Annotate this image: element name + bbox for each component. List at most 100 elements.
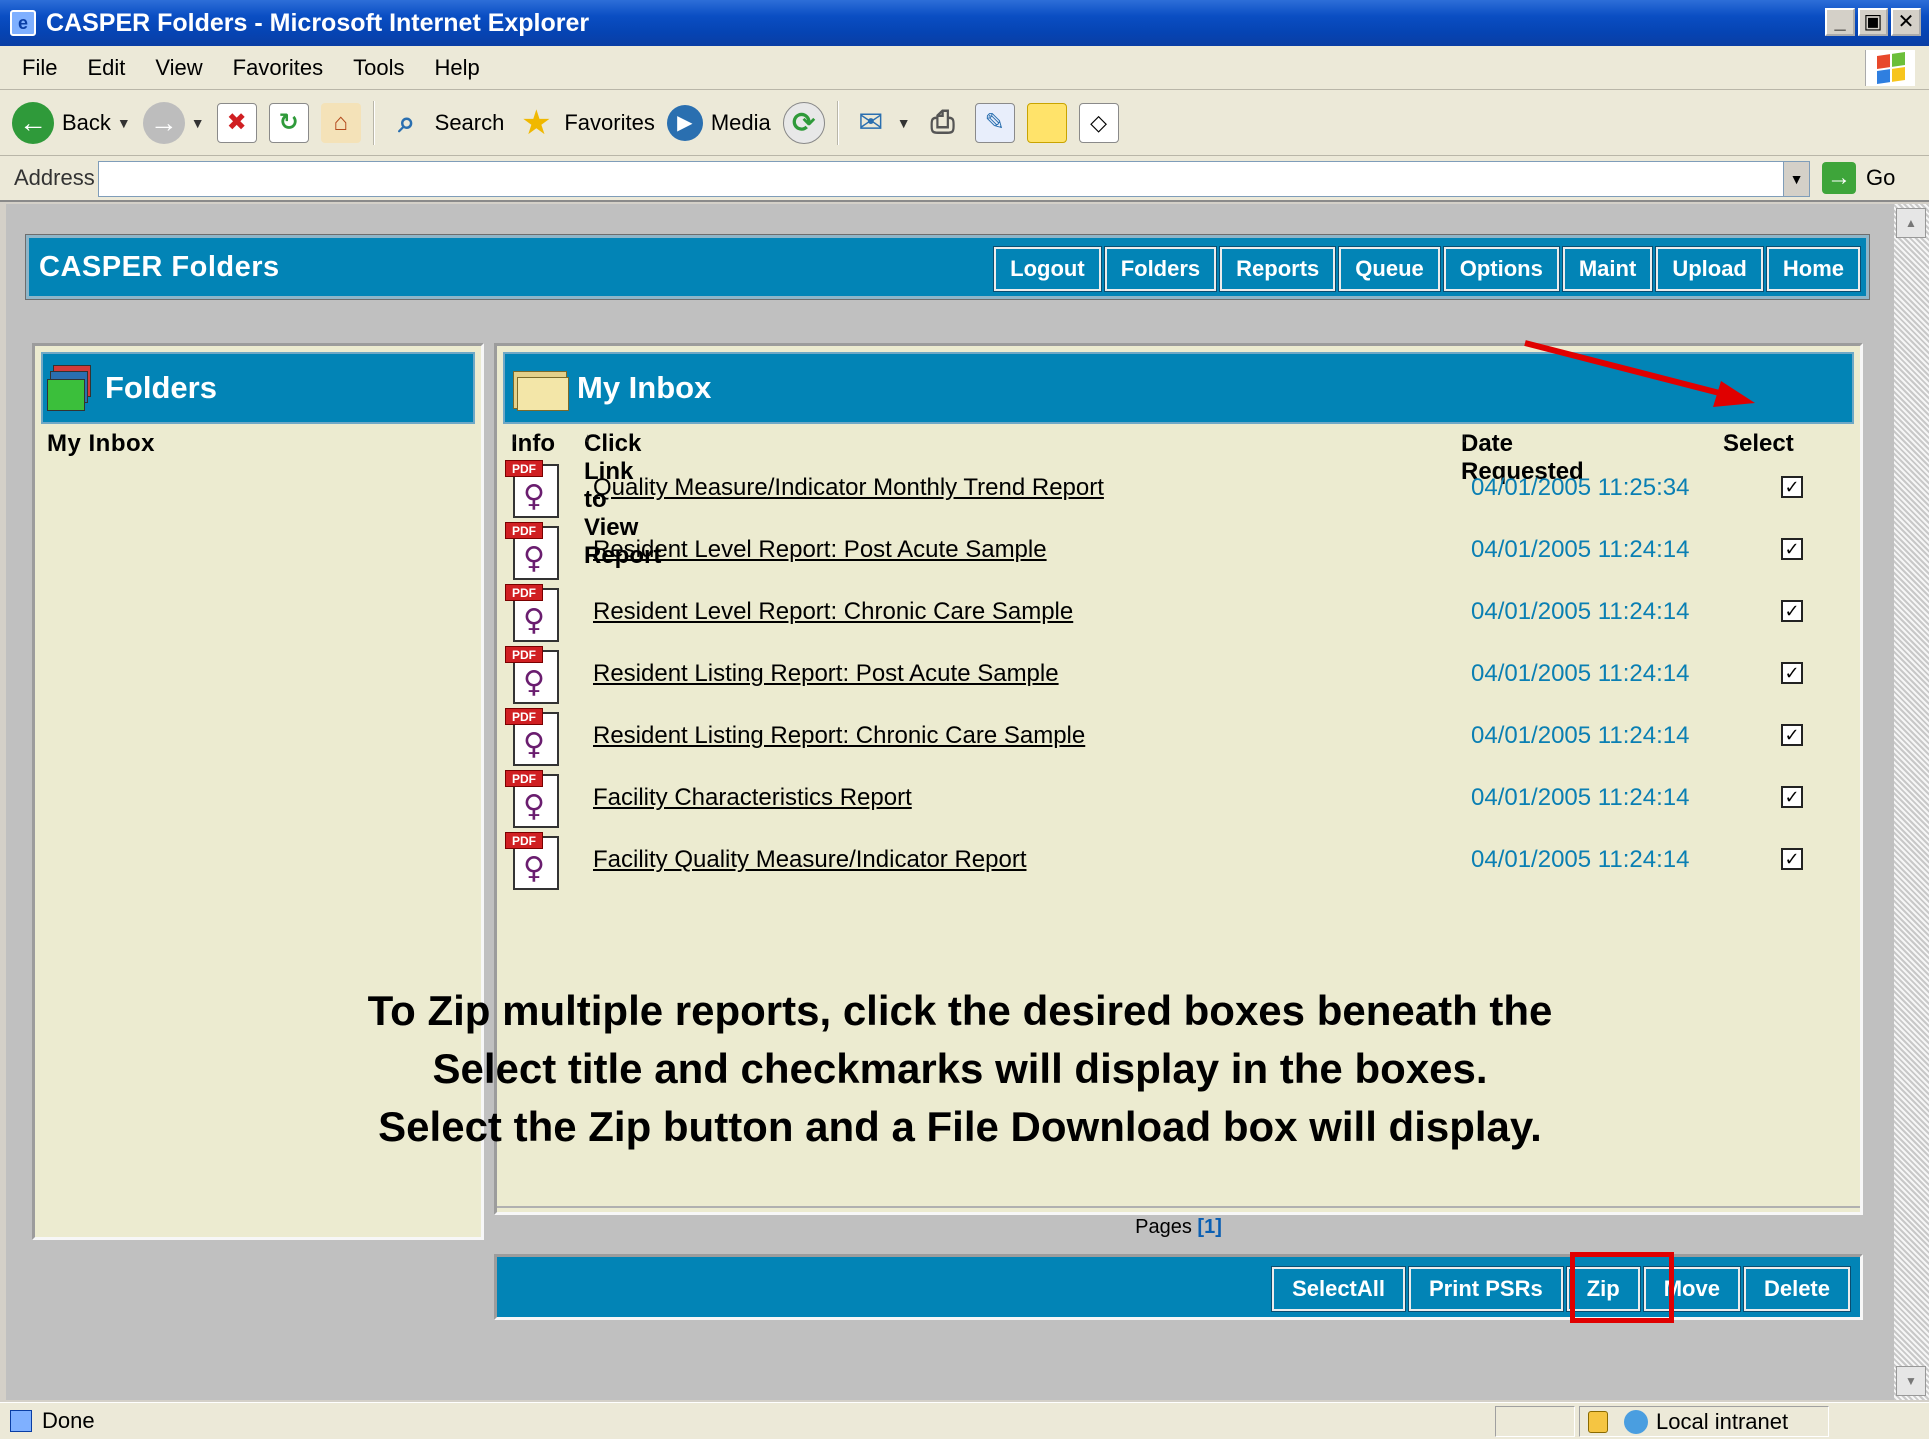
scroll-down-icon[interactable]: ▼ [1896,1366,1926,1396]
folder-item-my-inbox[interactable]: My Inbox [47,430,481,458]
date-requested: 04/01/2005 11:25:34 [1471,474,1690,501]
report-link[interactable]: Resident Level Report: Post Acute Sample [593,536,1047,564]
intranet-icon [1624,1409,1648,1434]
vertical-scrollbar[interactable]: ▲ ▼ [1894,204,1929,1400]
table-row: PDF ♀ Resident Listing Report: Chronic Ca… [497,708,1860,770]
menu-view[interactable]: View [155,55,202,81]
pdf-icon[interactable]: PDF ♀ [505,770,561,828]
maximize-button[interactable]: ▣ [1858,8,1888,36]
pdf-icon[interactable]: PDF ♀ [505,522,561,580]
select-checkbox[interactable]: ✓ [1781,600,1803,622]
select-all-button[interactable]: SelectAll [1271,1266,1406,1312]
print-button[interactable]: ⎙ [923,103,963,143]
page-link-1[interactable]: [1] [1197,1216,1221,1238]
status-bar: Done Local intranet [0,1402,1929,1439]
pdf-icon[interactable]: PDF ♀ [505,646,561,704]
media-button[interactable]: ▶ Media [666,104,771,141]
favorites-button[interactable]: ★ Favorites [516,103,655,143]
pdf-icon[interactable]: PDF ♀ [505,832,561,890]
folder-icon [513,367,569,411]
report-link[interactable]: Facility Characteristics Report [593,784,912,812]
forward-arrow-icon: → [142,101,185,144]
chevron-down-icon[interactable]: ▼ [897,115,911,131]
date-requested: 04/01/2005 11:24:14 [1471,722,1690,749]
address-input[interactable]: ▼ [98,161,1810,197]
mail-button[interactable]: ✉ ▼ [851,103,911,143]
menu-tools[interactable]: Tools [353,55,404,81]
menu-edit[interactable]: Edit [87,55,125,81]
select-checkbox[interactable]: ✓ [1781,538,1803,560]
minimize-button[interactable]: _ [1825,8,1855,36]
address-bar: Address ▼ → Go [0,156,1929,202]
chevron-down-icon[interactable]: ▼ [117,115,131,131]
upload-button[interactable]: Upload [1655,246,1764,292]
history-icon: ⟳ [782,101,825,144]
title-bar: e CASPER Folders - Microsoft Internet Ex… [0,0,1929,46]
home-button[interactable]: Home [1765,246,1862,292]
print-psrs-button[interactable]: Print PSRs [1408,1266,1564,1312]
report-link[interactable]: Quality Measure/Indicator Monthly Trend … [593,474,1104,502]
sort-icon: ↓ [1723,430,1730,445]
home-icon: ⌂ [320,102,361,143]
history-button[interactable]: ⟳ [782,101,825,144]
back-button[interactable]: ← Back ▼ [12,101,131,144]
table-row: PDF ♀ Resident Listing Report: Post Acute… [497,646,1860,708]
favorites-label: Favorites [564,109,655,135]
report-link[interactable]: Resident Level Report: Chronic Care Samp… [593,598,1073,626]
col-select-label: Select [1723,430,1794,457]
back-arrow-icon: ← [12,101,54,144]
queue-button[interactable]: Queue [1338,246,1441,292]
options-button[interactable]: Options [1442,246,1560,292]
red-arrow-icon [1524,340,1755,407]
select-checkbox[interactable]: ✓ [1781,476,1803,498]
media-label: Media [710,109,771,135]
messenger-button[interactable]: ◇ [1078,102,1119,143]
menu-file[interactable]: File [22,55,57,81]
zip-highlight-box [1570,1252,1674,1323]
pdf-icon[interactable]: PDF ♀ [505,460,561,518]
edit-icon: ✎ [974,102,1015,143]
toolbar-divider [372,100,375,145]
go-button[interactable]: → Go [1822,162,1895,194]
discuss-button[interactable] [1026,102,1067,143]
folders-header: Folders [41,352,475,424]
col-info-label: Info [511,430,555,457]
home-button[interactable]: ⌂ [320,102,361,143]
close-button[interactable]: ✕ [1891,8,1921,36]
delete-button[interactable]: Delete [1742,1266,1852,1312]
pdf-icon[interactable]: PDF ♀ [505,708,561,766]
ie-icon: e [10,10,36,36]
note-icon [1026,102,1067,143]
status-text: Done [42,1408,95,1433]
chevron-down-icon[interactable]: ▼ [1783,162,1809,196]
table-row: PDF ♀ Quality Measure/Indicator Monthly T… [497,460,1860,522]
search-button[interactable]: ⌕ Search [387,103,504,143]
pdf-icon[interactable]: PDF ♀ [505,584,561,642]
edit-button[interactable]: ✎ [974,102,1015,143]
app-header: CASPER Folders Logout Folders Reports Qu… [25,234,1870,300]
refresh-button[interactable]: ↻ [268,102,309,143]
select-checkbox[interactable]: ✓ [1781,724,1803,746]
forward-button[interactable]: → ▼ [142,101,205,144]
report-link[interactable]: Resident Listing Report: Post Acute Samp… [593,660,1059,688]
report-link[interactable]: Resident Listing Report: Chronic Care Sa… [593,722,1085,750]
folders-icon [47,363,97,413]
select-checkbox[interactable]: ✓ [1781,786,1803,808]
star-icon: ★ [521,103,552,142]
select-checkbox[interactable]: ✓ [1781,848,1803,870]
logout-button[interactable]: Logout [993,246,1102,292]
select-checkbox[interactable]: ✓ [1781,662,1803,684]
search-icon: ⌕ [398,105,416,139]
stop-button[interactable]: ✖ [216,102,257,143]
scroll-up-icon[interactable]: ▲ [1896,208,1926,238]
reports-button[interactable]: Reports [1219,246,1337,292]
folders-title: Folders [105,370,217,405]
chevron-down-icon[interactable]: ▼ [191,115,205,131]
folders-button[interactable]: Folders [1103,246,1218,292]
address-label: Address [14,165,95,190]
maint-button[interactable]: Maint [1561,246,1654,292]
menu-favorites[interactable]: Favorites [233,55,323,81]
menu-help[interactable]: Help [435,55,480,81]
sort-icon: ↓ [511,430,518,445]
report-link[interactable]: Facility Quality Measure/Indicator Repor… [593,846,1027,874]
